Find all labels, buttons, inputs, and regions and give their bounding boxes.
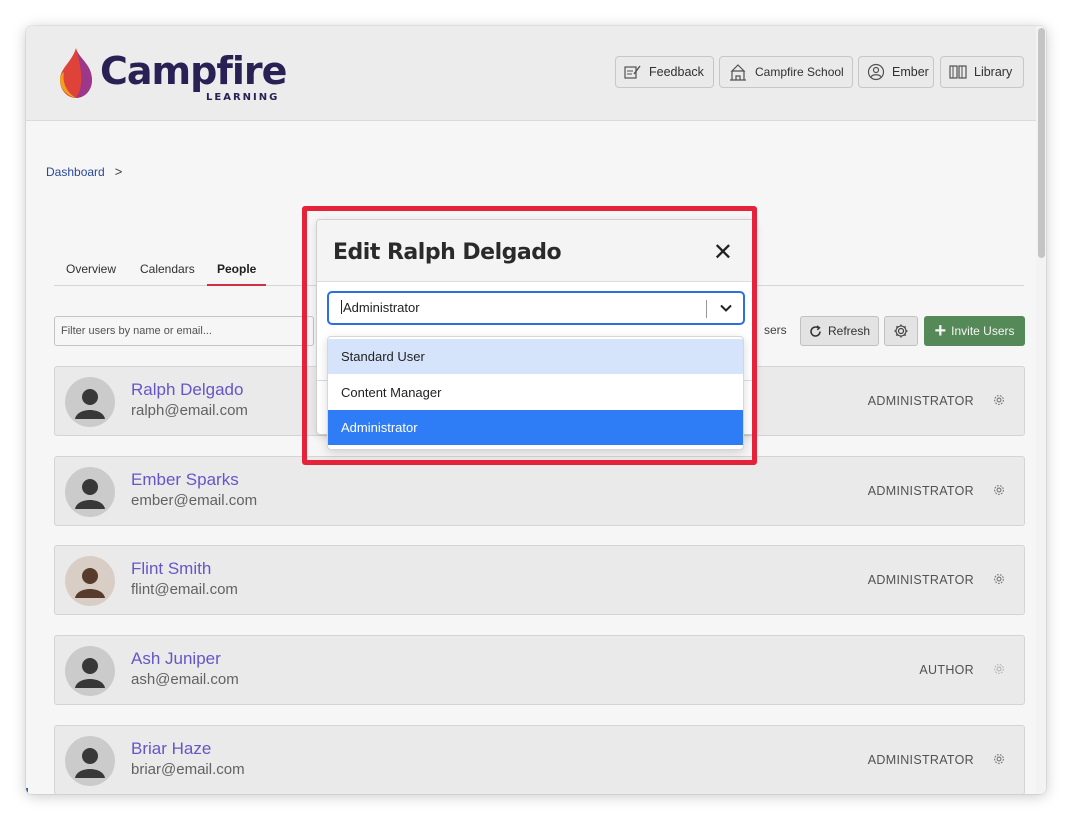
role-option-content-manager[interactable]: Content Manager xyxy=(328,375,743,410)
breadcrumb: Dashboard > xyxy=(46,164,122,179)
plus-icon: + xyxy=(934,320,947,342)
app-window: Campfire LEARNING Feedback Campfire Scho… xyxy=(26,26,1046,794)
user-card-flint[interactable]: Flint Smith flint@email.com ADMINISTRATO… xyxy=(54,545,1025,615)
top-header: Campfire LEARNING Feedback Campfire Scho… xyxy=(26,26,1046,121)
breadcrumb-dashboard-link[interactable]: Dashboard xyxy=(46,165,105,179)
logo-subtitle: LEARNING xyxy=(206,92,280,103)
modal-title: Edit Ralph Delgado xyxy=(333,240,562,265)
school-icon xyxy=(730,64,746,81)
user-role: ADMINISTRATOR xyxy=(867,484,974,498)
refresh-label: Refresh xyxy=(827,324,871,338)
user-email: ash@email.com xyxy=(131,671,239,688)
invite-users-label: Invite Users xyxy=(951,324,1015,338)
avatar xyxy=(65,556,115,606)
user-name[interactable]: Briar Haze xyxy=(131,739,211,759)
user-role: ADMINISTRATOR xyxy=(867,394,974,408)
users-count-text: sers xyxy=(764,323,787,337)
invite-users-button[interactable]: + Invite Users xyxy=(924,316,1025,346)
user-settings-gear-icon[interactable] xyxy=(992,483,1006,497)
ember-profile-button[interactable]: Ember xyxy=(858,56,934,88)
ember-label: Ember xyxy=(892,65,929,79)
user-settings-gear-icon[interactable] xyxy=(992,572,1006,586)
user-email: flint@email.com xyxy=(131,581,238,598)
user-circle-icon xyxy=(867,63,885,81)
user-role: AUTHOR xyxy=(919,663,974,677)
user-email: ember@email.com xyxy=(131,492,258,509)
user-card-ember[interactable]: Ember Sparks ember@email.com ADMINISTRAT… xyxy=(54,456,1025,526)
text-cursor xyxy=(341,300,342,314)
user-settings-gear-icon[interactable] xyxy=(992,393,1006,407)
user-role: ADMINISTRATOR xyxy=(867,573,974,587)
tab-overview[interactable]: Overview xyxy=(66,262,116,284)
refresh-icon xyxy=(810,324,821,337)
user-card-ash[interactable]: Ash Juniper ash@email.com AUTHOR xyxy=(54,635,1025,705)
user-card-briar[interactable]: Briar Haze briar@email.com ADMINISTRATOR xyxy=(54,725,1025,794)
flame-icon xyxy=(60,48,92,98)
campfire-logo[interactable]: Campfire LEARNING xyxy=(56,46,287,104)
gear-icon xyxy=(894,324,908,338)
role-select-value: Administrator xyxy=(343,300,420,315)
library-icon xyxy=(949,65,967,79)
feedback-label: Feedback xyxy=(649,65,704,79)
avatar xyxy=(65,377,115,427)
user-email: ralph@email.com xyxy=(131,402,248,419)
select-separator xyxy=(706,300,707,318)
role-dropdown-menu: Standard User Content Manager Administra… xyxy=(327,336,744,450)
tab-calendars[interactable]: Calendars xyxy=(140,262,195,284)
user-settings-gear-icon xyxy=(994,664,1004,674)
user-email: briar@email.com xyxy=(131,761,245,778)
tab-people[interactable]: People xyxy=(207,262,267,286)
scrollbar-thumb[interactable] xyxy=(1038,28,1045,258)
user-settings-gear-icon[interactable] xyxy=(992,752,1006,766)
library-label: Library xyxy=(974,65,1013,79)
feedback-button[interactable]: Feedback xyxy=(615,56,714,88)
page-scrollbar[interactable] xyxy=(1036,26,1046,794)
role-option-standard-user[interactable]: Standard User xyxy=(328,339,743,374)
library-button[interactable]: Library xyxy=(940,56,1024,88)
breadcrumb-separator: > xyxy=(114,164,123,179)
close-icon[interactable]: ✕ xyxy=(713,238,733,266)
chevron-down-icon[interactable] xyxy=(719,301,733,315)
modal-header: Edit Ralph Delgado ✕ xyxy=(317,220,755,282)
campfire-school-label: Campfire School xyxy=(755,65,844,79)
avatar xyxy=(65,646,115,696)
settings-button[interactable] xyxy=(884,316,918,346)
filter-users-input[interactable]: Filter users by name or email... xyxy=(54,316,314,346)
role-option-administrator[interactable]: Administrator xyxy=(328,410,743,445)
logo-wordmark: Campfire xyxy=(100,49,287,93)
refresh-button[interactable]: Refresh xyxy=(800,316,879,346)
feedback-icon xyxy=(624,65,641,79)
avatar xyxy=(65,736,115,786)
avatar xyxy=(65,467,115,517)
user-name[interactable]: Ember Sparks xyxy=(131,470,239,490)
campfire-school-button[interactable]: Campfire School xyxy=(719,56,853,88)
user-name[interactable]: Flint Smith xyxy=(131,559,211,579)
user-name[interactable]: Ralph Delgado xyxy=(131,380,243,400)
user-name[interactable]: Ash Juniper xyxy=(131,649,221,669)
user-role: ADMINISTRATOR xyxy=(867,753,974,767)
edge-marker xyxy=(26,788,28,794)
role-select[interactable]: Administrator xyxy=(327,291,745,325)
